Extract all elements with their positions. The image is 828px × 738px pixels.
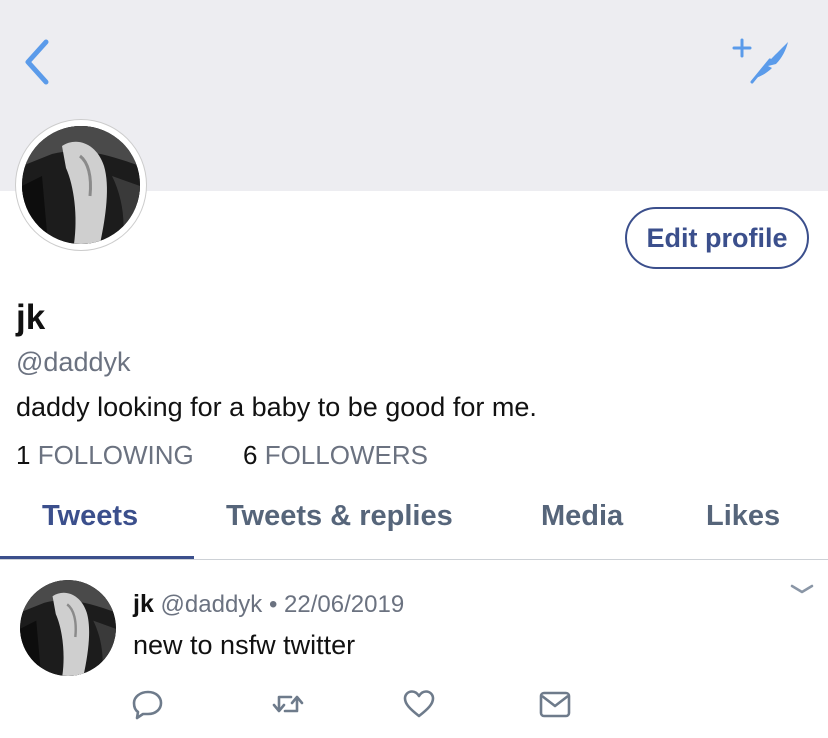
reply-button[interactable] [131, 688, 165, 720]
profile-bio: daddy looking for a baby to be good for … [16, 392, 537, 422]
tab-likes[interactable]: Likes [706, 500, 780, 533]
share-dm-button[interactable] [538, 688, 572, 720]
avatar-photo [22, 126, 140, 244]
chevron-left-icon [25, 39, 49, 85]
followers-label: FOLLOWERS [264, 440, 428, 470]
mail-icon [539, 691, 571, 718]
following-stat[interactable]: 1 FOLLOWING [16, 440, 194, 471]
sparkle-feather-icon [732, 38, 788, 84]
reply-icon [132, 690, 163, 720]
compose-tweet-button[interactable] [730, 36, 794, 86]
heart-icon [403, 690, 435, 718]
tweet-author-handle: @daddyk [160, 591, 263, 618]
tweet-date: 22/06/2019 [284, 591, 405, 618]
profile-display-name: jk [16, 298, 46, 337]
tabs-divider [0, 559, 828, 560]
tab-media[interactable]: Media [541, 500, 623, 533]
profile-handle: @daddyk [16, 347, 131, 377]
tweet-avatar-photo [20, 580, 116, 676]
followers-stat[interactable]: 6 FOLLOWERS [243, 440, 428, 471]
tweet-header: jk @daddyk • 22/06/2019 [133, 590, 404, 619]
tweet-meta-separator: • [268, 591, 278, 618]
followers-count: 6 [243, 440, 258, 470]
tab-tweets-and-replies[interactable]: Tweets & replies [226, 500, 453, 533]
tweet-avatar[interactable] [20, 580, 116, 676]
tweet-author-name: jk [133, 590, 154, 618]
edit-profile-button[interactable]: Edit profile [625, 207, 809, 269]
retweet-button[interactable] [271, 688, 305, 720]
following-count: 1 [16, 440, 31, 470]
back-button[interactable] [18, 36, 62, 88]
tab-tweets[interactable]: Tweets [42, 500, 138, 533]
profile-avatar[interactable] [16, 120, 146, 250]
following-label: FOLLOWING [37, 440, 194, 470]
tweet-menu-button[interactable] [788, 580, 816, 598]
tweet-text: new to nsfw twitter [133, 630, 356, 660]
retweet-icon [272, 695, 304, 713]
like-button[interactable] [402, 688, 436, 720]
chevron-down-icon [790, 584, 814, 594]
